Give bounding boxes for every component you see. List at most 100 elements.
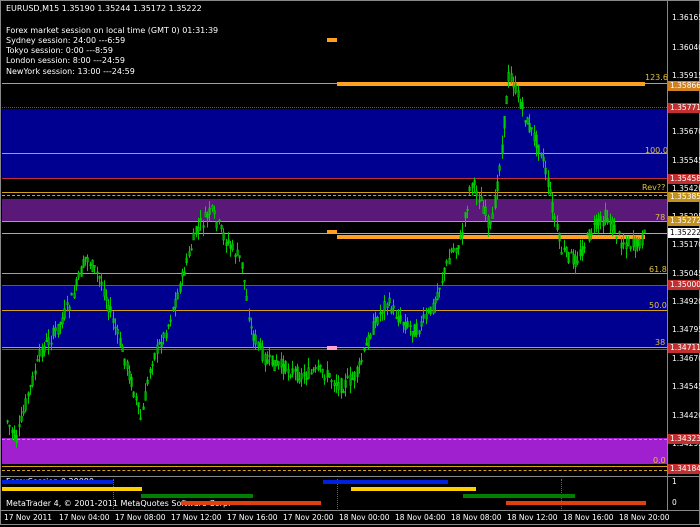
candle-body (544, 167, 547, 175)
candle-body (248, 317, 251, 321)
candle-body (441, 280, 444, 283)
candle-body (346, 375, 349, 379)
candle-body (264, 354, 267, 366)
candle-body (328, 373, 331, 378)
candle-body (505, 96, 508, 105)
candle-body (296, 366, 299, 381)
candle-body (579, 249, 582, 257)
candle-body (484, 206, 487, 216)
candle-body (107, 305, 110, 313)
candle-body (586, 233, 589, 236)
candle-body (103, 288, 106, 297)
candle-body (358, 361, 361, 366)
candle-body (77, 272, 80, 278)
candle-body (86, 257, 89, 263)
candle-body (641, 234, 644, 246)
candle-body (599, 215, 602, 222)
session-bar-sydney-2 (323, 480, 448, 484)
candle-body (36, 359, 39, 362)
candle-body (471, 183, 474, 188)
price-tick: 1.36040 (672, 43, 700, 52)
price-tick: 1.34670 (672, 354, 700, 363)
candle-body (547, 177, 550, 188)
candle-body (415, 323, 418, 335)
candle-body (238, 255, 241, 258)
candle-body (11, 429, 14, 433)
candle-body (105, 296, 108, 301)
price-chart[interactable]: EURUSD,M15 1.35190 1.35244 1.35172 1.352… (0, 0, 700, 525)
candle-body (215, 221, 218, 229)
candle-body (29, 385, 32, 388)
candle-body (397, 316, 400, 323)
candle-body (570, 251, 573, 254)
candle-body (622, 242, 625, 245)
candle-body (611, 219, 614, 231)
candle-body (27, 392, 30, 397)
candle-body (438, 287, 441, 290)
candle-body (284, 360, 287, 372)
price-tick: 1.34795 (672, 325, 700, 334)
candle-body (75, 279, 78, 287)
candle-body (31, 375, 34, 386)
candle-body (243, 280, 246, 283)
candle-body (268, 354, 271, 358)
fib-label-618: 61.8 (649, 265, 667, 274)
candle-body (181, 271, 184, 277)
candle-body (392, 305, 395, 309)
candle-body (638, 239, 641, 249)
candle-body (22, 411, 25, 414)
candle-body (153, 352, 156, 360)
candle-body (478, 200, 481, 203)
candle-body (553, 216, 556, 220)
candle-body (294, 368, 297, 372)
fib-label-50: 50.0 (649, 301, 667, 310)
candle-body (298, 379, 301, 383)
candle-body (18, 424, 21, 428)
candle-body (319, 364, 322, 368)
candle-body (257, 341, 260, 347)
candle-body (374, 317, 377, 323)
candle-body (314, 367, 317, 369)
candle-body (280, 358, 283, 368)
candle-body (139, 417, 142, 420)
candle-body (344, 379, 347, 388)
candle-body (192, 232, 195, 241)
session-bar-sydney-1 (2, 480, 113, 484)
candle-body (558, 233, 561, 242)
candle-body (636, 239, 639, 247)
candle-body (41, 347, 44, 358)
candle-body (572, 254, 575, 265)
price-tick: 1.36165 (672, 13, 700, 22)
candle-body (526, 117, 529, 125)
time-tick: 18 Nov 12:00 (507, 513, 558, 522)
candle-body (89, 263, 92, 266)
session-info-1: Sydney session: 24:00 ---6:59 (6, 36, 126, 45)
candle-body (452, 248, 455, 252)
candle-body (337, 382, 340, 390)
price-tick: 1.35915 (672, 71, 700, 80)
candle-body (613, 224, 616, 234)
candle-body (96, 271, 99, 274)
candle-body (211, 205, 214, 210)
candle-body (317, 365, 320, 371)
candle-body (404, 321, 407, 331)
fib-label-0: 0.0 (653, 456, 666, 465)
candle-body (162, 332, 165, 338)
candle-body (595, 218, 598, 229)
candle-body (59, 321, 62, 325)
candle-body (494, 195, 497, 209)
candle-body (360, 360, 363, 363)
candle-body (132, 391, 135, 398)
session-bar-london-2 (463, 494, 575, 498)
candle-body (176, 292, 179, 300)
candle-body (236, 249, 239, 256)
price-tag-8: 1.34711 (668, 343, 700, 353)
session-bar-tokyo-1 (2, 487, 142, 491)
session-info-4: NewYork session: 13:00 ---24:59 (6, 67, 135, 76)
price-tick: 1.34920 (672, 297, 700, 306)
candle-body (169, 319, 172, 322)
candle-body (450, 249, 453, 253)
session-info-3: London session: 8:00 ---24:59 (6, 56, 125, 65)
separator (113, 479, 114, 509)
candle-body (618, 231, 621, 234)
